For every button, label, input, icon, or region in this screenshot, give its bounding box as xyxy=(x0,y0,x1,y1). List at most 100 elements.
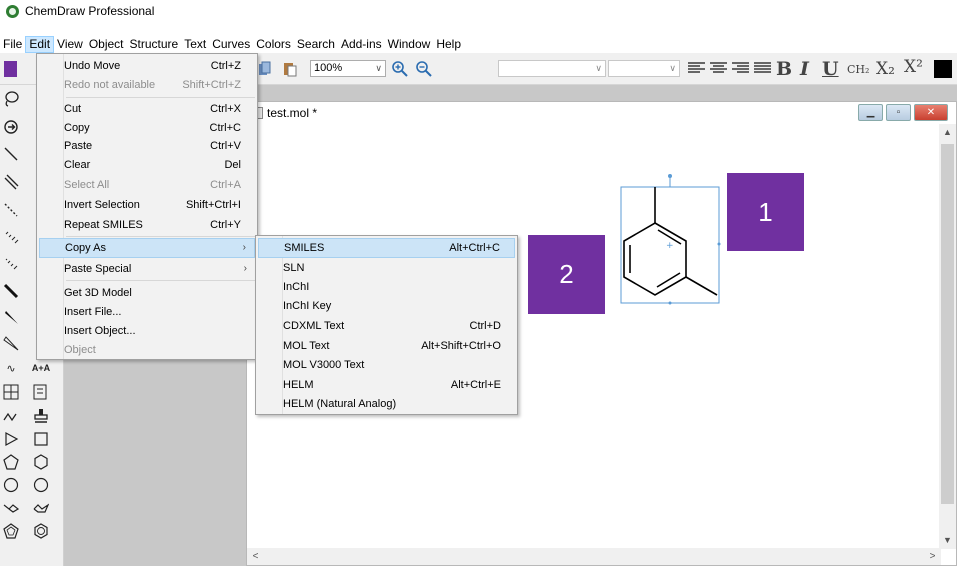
menu-edit[interactable]: Edit xyxy=(25,36,55,53)
menu-item-label: MOL V3000 Text xyxy=(283,359,365,371)
scroll-down-icon[interactable]: ▼ xyxy=(939,532,956,549)
font-size-select[interactable]: ∨ xyxy=(608,60,680,77)
hashed-wedge-bond-icon[interactable] xyxy=(0,253,22,275)
menu-item-clear[interactable]: Clear Del xyxy=(39,155,255,175)
menu-item-cdxml-text[interactable]: CDXML Text Ctrl+D xyxy=(258,316,515,336)
hashed-bond-icon[interactable] xyxy=(0,226,22,248)
menu-file[interactable]: File xyxy=(0,36,25,53)
formula-button[interactable]: CH₂ xyxy=(847,63,869,76)
cyclohexane-chair-icon[interactable] xyxy=(0,497,22,519)
menu-item-mol-text[interactable]: MOL Text Alt+Shift+Ctrl+O xyxy=(258,336,515,356)
scroll-left-icon[interactable]: < xyxy=(247,548,264,565)
octagon-ring-icon[interactable] xyxy=(30,474,52,496)
stamp-icon[interactable] xyxy=(30,405,52,427)
double-bond-icon[interactable] xyxy=(0,171,22,193)
superscript-button[interactable]: X² xyxy=(904,57,923,77)
copy-icon[interactable] xyxy=(258,61,271,77)
vertical-scroll-thumb[interactable] xyxy=(941,144,954,504)
menu-item-insert-file[interactable]: Insert File... xyxy=(39,302,255,322)
menu-item-label: Insert File... xyxy=(64,306,122,318)
menu-item-label: Clear xyxy=(64,159,91,171)
menu-item-get-3d-model[interactable]: Get 3D Model xyxy=(39,283,255,303)
align-left-icon[interactable] xyxy=(688,62,705,75)
subscript-button[interactable]: X₂ xyxy=(876,59,895,79)
restore-button[interactable]: ▫ xyxy=(886,104,911,121)
cyclopentadiene-icon[interactable] xyxy=(0,520,22,542)
close-button[interactable]: ✕ xyxy=(914,104,948,121)
align-justify-icon[interactable] xyxy=(754,62,771,75)
font-family-select[interactable]: ∨ xyxy=(498,60,606,77)
menu-item-inchi[interactable]: InChI xyxy=(258,277,515,297)
menu-add-ins[interactable]: Add-ins xyxy=(338,36,385,53)
paste-icon[interactable] xyxy=(283,61,297,77)
menu-item-cut[interactable]: Cut Ctrl+X xyxy=(39,99,255,119)
menu-item-shortcut: Ctrl+C xyxy=(209,122,241,134)
heptagon-ring-icon[interactable] xyxy=(0,474,22,496)
menu-colors[interactable]: Colors xyxy=(253,36,294,53)
menu-help[interactable]: Help xyxy=(433,36,464,53)
menu-object[interactable]: Object xyxy=(86,36,127,53)
italic-button[interactable]: I xyxy=(800,58,809,80)
zoom-out-icon[interactable] xyxy=(416,61,432,77)
table-icon[interactable] xyxy=(0,381,22,403)
scroll-right-icon[interactable]: > xyxy=(924,548,941,565)
menu-item-invert-selection[interactable]: Invert Selection Shift+Ctrl+I xyxy=(39,195,255,215)
color-swatch[interactable] xyxy=(934,60,952,78)
dashed-bond-icon[interactable] xyxy=(0,199,22,221)
hexagon-ring-icon[interactable] xyxy=(30,451,52,473)
menu-item-repeat-smiles[interactable]: Repeat SMILES Ctrl+Y xyxy=(39,215,255,235)
menu-item-helm-natural-analog[interactable]: HELM (Natural Analog) xyxy=(258,394,515,414)
menu-structure[interactable]: Structure xyxy=(127,36,182,53)
pentagon-ring-icon[interactable] xyxy=(0,451,22,473)
scroll-up-icon[interactable]: ▲ xyxy=(939,124,956,141)
template-icon[interactable] xyxy=(30,381,52,403)
menu-item-label: Copy xyxy=(64,122,90,134)
text-tool-icon[interactable]: A+A xyxy=(30,357,52,379)
menu-item-paste-special[interactable]: Paste Special › xyxy=(39,259,255,279)
zoom-in-icon[interactable] xyxy=(392,61,408,77)
menu-item-helm[interactable]: HELM Alt+Ctrl+E xyxy=(258,375,515,395)
chain-icon[interactable] xyxy=(0,405,22,427)
square-ring-icon[interactable] xyxy=(30,428,52,450)
bold-bond-icon[interactable] xyxy=(0,280,22,302)
bold-button[interactable]: B xyxy=(776,58,792,80)
minimize-button[interactable]: ▁ xyxy=(858,104,883,121)
menu-curves[interactable]: Curves xyxy=(209,36,253,53)
underline-button[interactable]: U xyxy=(822,58,839,80)
menu-item-insert-object[interactable]: Insert Object... xyxy=(39,321,255,341)
menu-text[interactable]: Text xyxy=(181,36,209,53)
align-right-icon[interactable] xyxy=(732,62,749,75)
menu-item-copy[interactable]: Copy Ctrl+C xyxy=(39,118,255,138)
menu-item-label: HELM (Natural Analog) xyxy=(283,398,397,410)
menu-item-label: InChI xyxy=(283,281,310,293)
vertical-scrollbar[interactable]: ▲ ▼ xyxy=(939,124,956,549)
chemdraw-app-icon xyxy=(6,5,19,18)
menu-item-copy-as[interactable]: Copy As › xyxy=(39,238,255,258)
hollow-wedge-bond-icon[interactable] xyxy=(0,333,22,355)
menu-search[interactable]: Search xyxy=(294,36,338,53)
menu-item-inchi-key[interactable]: InChI Key xyxy=(258,296,515,316)
new-document-icon[interactable] xyxy=(4,61,17,77)
cyclohexane-chair-alt-icon[interactable] xyxy=(30,497,52,519)
wavy-bond-icon[interactable]: ∿ xyxy=(0,357,22,379)
align-center-icon[interactable] xyxy=(710,62,727,75)
wedge-bond-icon[interactable] xyxy=(0,307,22,329)
menu-item-paste[interactable]: Paste Ctrl+V xyxy=(39,136,255,156)
zoom-select[interactable]: 100% ∨ xyxy=(310,60,386,77)
structure-perspective-icon[interactable] xyxy=(0,116,22,138)
menu-item-smiles[interactable]: SMILES Alt+Ctrl+C xyxy=(258,238,515,258)
menu-item-sln[interactable]: SLN xyxy=(258,258,515,278)
menu-item-undo[interactable]: Undo Move Ctrl+Z xyxy=(39,56,255,76)
lasso-icon[interactable] xyxy=(0,88,22,110)
document-title: test.mol * xyxy=(267,106,318,120)
solid-bond-icon[interactable] xyxy=(0,143,22,165)
triangle-ring-icon[interactable] xyxy=(0,428,22,450)
menu-item-mol-v3000-text[interactable]: MOL V3000 Text xyxy=(258,355,515,375)
menu-item-label: SLN xyxy=(283,262,305,274)
benzene-ring-icon[interactable] xyxy=(30,520,52,542)
horizontal-scrollbar[interactable]: < > xyxy=(247,548,941,565)
menu-item-label: SMILES xyxy=(284,242,325,254)
menu-view[interactable]: View xyxy=(54,36,86,53)
menu-window[interactable]: Window xyxy=(385,36,434,53)
menu-item-shortcut: Alt+Ctrl+C xyxy=(449,242,500,254)
